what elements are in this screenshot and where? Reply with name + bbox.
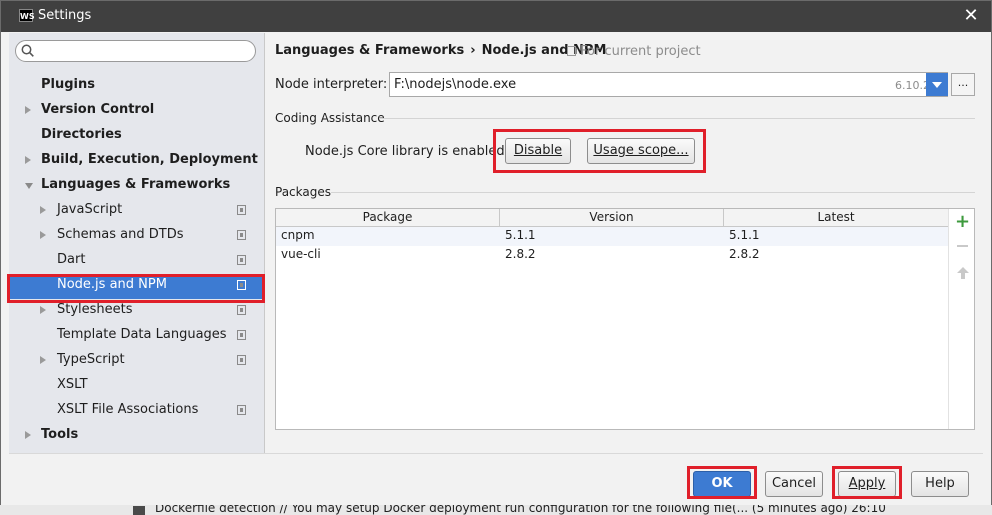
- footer-divider: [9, 453, 983, 454]
- breadcrumb: Languages & Frameworks › Node.js and NPM: [275, 43, 606, 58]
- expand-arrow-right-icon[interactable]: [25, 156, 31, 164]
- settings-dialog: WS Settings ✕ Plugins Version Control Dire…: [0, 0, 992, 507]
- column-header-package[interactable]: Package: [276, 209, 500, 227]
- table-toolbar: +: [948, 209, 974, 429]
- column-header-latest[interactable]: Latest: [724, 209, 948, 227]
- sidebar-item-label: Schemas and DTDs: [57, 227, 184, 242]
- coding-assistance-divider: [379, 118, 975, 119]
- package-version-cell: 2.8.2: [505, 247, 536, 261]
- sidebar-item-label: Dart: [57, 252, 86, 267]
- sidebar-item-plugins[interactable]: Plugins: [9, 74, 265, 96]
- breadcrumb-parent[interactable]: Languages & Frameworks: [275, 43, 464, 58]
- sidebar-item-typescript[interactable]: TypeScript: [9, 349, 265, 371]
- sidebar-item-label: XSLT File Associations: [57, 402, 199, 417]
- sidebar-item-version-control[interactable]: Version Control: [9, 99, 265, 121]
- table-row[interactable]: cnpm 5.1.1 5.1.1: [276, 227, 948, 246]
- sidebar-item-label: Version Control: [41, 102, 155, 117]
- packages-table-header: Package Version Latest: [276, 209, 948, 227]
- expand-arrow-right-icon[interactable]: [40, 356, 46, 364]
- project-level-icon: [237, 355, 246, 365]
- sidebar-item-schemas-and-dtds[interactable]: Schemas and DTDs: [9, 224, 265, 246]
- sidebar-item-label: TypeScript: [57, 352, 125, 367]
- remove-package-icon[interactable]: [957, 245, 968, 247]
- browse-interpreter-button[interactable]: ...: [951, 73, 975, 96]
- settings-sidebar: Plugins Version Control Directories Build, …: [9, 33, 265, 453]
- cancel-button[interactable]: Cancel: [765, 471, 823, 497]
- close-icon[interactable]: ✕: [961, 5, 981, 26]
- packages-table: Package Version Latest cnpm 5.1.1 5.1.1 …: [275, 208, 975, 430]
- package-latest-cell: 5.1.1: [729, 228, 760, 242]
- status-strip: Dockerfile detection // You may setup Do…: [0, 505, 992, 515]
- expand-arrow-right-icon[interactable]: [40, 306, 46, 314]
- sidebar-item-template-data-languages[interactable]: Template Data Languages: [9, 324, 265, 346]
- column-header-version[interactable]: Version: [500, 209, 724, 227]
- project-level-icon: [237, 405, 246, 415]
- project-level-icon: [237, 330, 246, 340]
- node-version-label: 6.10.2: [895, 79, 930, 92]
- highlight-box-core-buttons: [493, 129, 706, 173]
- coding-assistance-title: Coding Assistance: [275, 111, 385, 125]
- sidebar-item-languages-frameworks[interactable]: Languages & Frameworks: [9, 174, 265, 196]
- sidebar-item-label: XSLT: [57, 377, 88, 392]
- sidebar-item-dart[interactable]: Dart: [9, 249, 265, 271]
- sidebar-item-label: JavaScript: [57, 202, 123, 217]
- package-name-cell: cnpm: [281, 228, 315, 242]
- status-message: Dockerfile detection // You may setup Do…: [155, 505, 886, 515]
- highlight-box-ok: [687, 466, 757, 499]
- node-interpreter-label: Node interpreter:: [275, 77, 388, 92]
- expand-arrow-down-icon[interactable]: [25, 183, 33, 189]
- highlight-box-apply: [832, 466, 902, 499]
- project-level-icon: [237, 230, 246, 240]
- sidebar-item-label: Template Data Languages: [57, 327, 227, 342]
- node-interpreter-value: F:\nodejs\node.exe: [394, 77, 517, 92]
- for-current-project-note: For current project: [567, 44, 701, 59]
- upgrade-package-icon[interactable]: [956, 266, 970, 280]
- table-row[interactable]: vue-cli 2.8.2 2.8.2: [276, 246, 948, 265]
- expand-arrow-right-icon[interactable]: [25, 431, 31, 439]
- webstorm-app-icon: WS: [19, 9, 35, 22]
- help-button[interactable]: Help: [911, 471, 969, 497]
- search-icon: [21, 44, 34, 57]
- title-bar: WS Settings ✕: [1, 1, 991, 32]
- sidebar-item-label: Languages & Frameworks: [41, 177, 231, 192]
- package-latest-cell: 2.8.2: [729, 247, 760, 261]
- sidebar-item-label: Tools: [41, 427, 79, 442]
- breadcrumb-separator: ›: [470, 43, 476, 58]
- window-title: Settings: [38, 8, 92, 23]
- highlight-box-nodejs-item: [7, 274, 265, 303]
- project-level-icon: [237, 305, 246, 315]
- chevron-down-icon[interactable]: [926, 73, 948, 96]
- project-scope-icon: [567, 46, 576, 56]
- packages-title: Packages: [275, 185, 331, 199]
- expand-arrow-right-icon[interactable]: [40, 231, 46, 239]
- sidebar-item-label: Plugins: [41, 77, 95, 92]
- project-level-icon: [237, 255, 246, 265]
- node-interpreter-combobox[interactable]: F:\nodejs\node.exe 6.10.2: [389, 72, 948, 97]
- search-input[interactable]: [38, 43, 248, 59]
- package-version-cell: 5.1.1: [505, 228, 536, 242]
- packages-divider: [331, 192, 975, 193]
- event-log-icon: [133, 506, 145, 515]
- search-box[interactable]: [15, 40, 256, 62]
- expand-arrow-right-icon[interactable]: [25, 106, 31, 114]
- core-library-status: Node.js Core library is enabled.: [305, 144, 509, 159]
- sidebar-item-label: Directories: [41, 127, 122, 142]
- help-button-label: Help: [925, 476, 955, 491]
- expand-arrow-right-icon[interactable]: [40, 206, 46, 214]
- cancel-button-label: Cancel: [771, 476, 817, 491]
- sidebar-item-directories[interactable]: Directories: [9, 124, 265, 146]
- sidebar-item-tools[interactable]: Tools: [9, 424, 265, 446]
- sidebar-item-build-execution-deployment[interactable]: Build, Execution, Deployment: [9, 149, 265, 171]
- project-level-icon: [237, 205, 246, 215]
- sidebar-item-xslt[interactable]: XSLT: [9, 374, 265, 396]
- add-package-icon[interactable]: +: [955, 211, 970, 232]
- sidebar-item-label: Build, Execution, Deployment: [41, 152, 258, 167]
- sidebar-item-xslt-file-associations[interactable]: XSLT File Associations: [9, 399, 265, 421]
- sidebar-item-javascript[interactable]: JavaScript: [9, 199, 265, 221]
- for-current-project-label: For current project: [580, 44, 701, 59]
- package-name-cell: vue-cli: [281, 247, 321, 261]
